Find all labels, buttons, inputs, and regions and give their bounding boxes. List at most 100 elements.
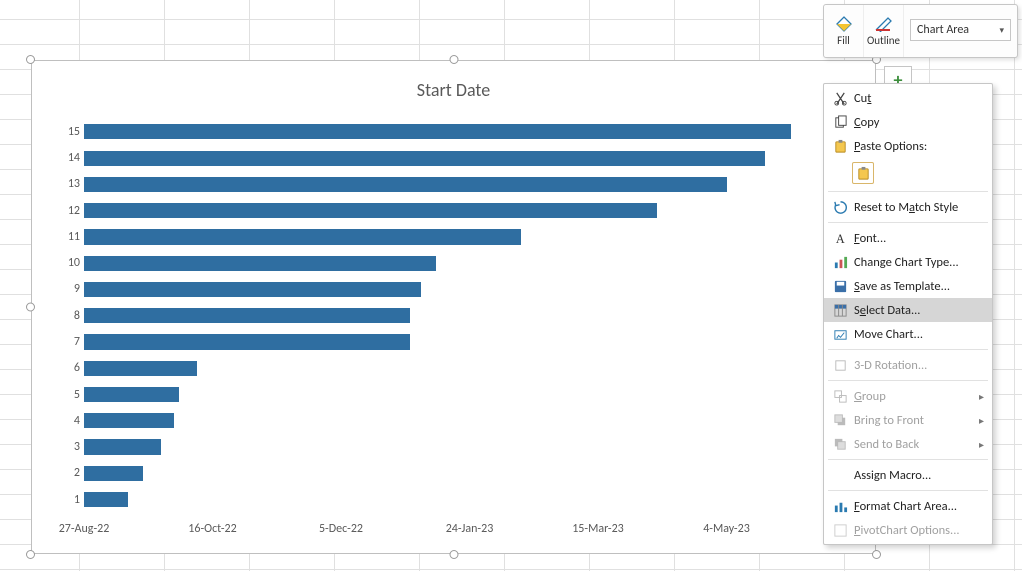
bar-fill[interactable] <box>84 229 521 244</box>
menu-item-label: Bring to Front <box>852 413 979 428</box>
bar-row[interactable]: 1 <box>84 492 855 507</box>
y-tick-label: 6 <box>32 361 80 375</box>
pen-outline-icon <box>874 16 894 32</box>
bar-fill[interactable] <box>84 387 179 402</box>
x-tick-label: 4-May-23 <box>703 522 750 536</box>
menu-item-move-chart[interactable]: Move Chart... <box>824 322 992 346</box>
x-tick-label: 5-Dec-22 <box>319 522 363 536</box>
menu-separator <box>828 222 988 223</box>
bar-row[interactable]: 12 <box>84 203 855 218</box>
chart-object[interactable]: Start Date 151413121110987654321 27-Aug-… <box>31 60 876 554</box>
bar-fill[interactable] <box>84 282 421 297</box>
menu-item-font[interactable]: AFont... <box>824 226 992 250</box>
bring-front-icon <box>828 413 852 428</box>
bar-row[interactable]: 11 <box>84 229 855 244</box>
y-tick-label: 3 <box>32 440 80 454</box>
bar-fill[interactable] <box>84 466 143 481</box>
chart-element-selector-value: Chart Area <box>917 23 969 37</box>
chevron-right-icon: ▸ <box>979 438 984 451</box>
menu-item-pivot-opts: PivotChart Options... <box>824 518 992 542</box>
bar-row[interactable]: 5 <box>84 387 855 402</box>
chart-title[interactable]: Start Date <box>32 79 875 101</box>
menu-item-assign-macro[interactable]: Assign Macro... <box>824 463 992 487</box>
chart-element-selector[interactable]: Chart Area ▾ <box>910 19 1011 41</box>
bar-row[interactable]: 4 <box>84 413 855 428</box>
paste-options-icon <box>828 139 852 154</box>
bar-fill[interactable] <box>84 439 161 454</box>
resize-handle-se[interactable] <box>872 550 881 559</box>
chart-area[interactable]: Start Date 151413121110987654321 27-Aug-… <box>31 60 876 554</box>
y-tick-label: 11 <box>32 230 80 244</box>
menu-item-label: Format Chart Area... <box>852 499 984 514</box>
outline-button[interactable]: Outline <box>864 5 904 57</box>
bar-fill[interactable] <box>84 308 410 323</box>
bar-fill[interactable] <box>84 203 657 218</box>
bar-row[interactable]: 3 <box>84 439 855 454</box>
x-tick-label: 27-Aug-22 <box>59 522 110 536</box>
save-template-icon <box>828 279 852 294</box>
select-data-icon <box>828 303 852 318</box>
y-tick-label: 5 <box>32 388 80 402</box>
bar-fill[interactable] <box>84 256 436 271</box>
menu-item-bring-front: Bring to Front▸ <box>824 408 992 432</box>
format-area-icon <box>828 499 852 514</box>
rotation-3d-icon <box>828 358 852 373</box>
context-menu: CutCopyPaste Options: Reset to Match Styl… <box>823 83 993 545</box>
y-tick-label: 12 <box>32 204 80 218</box>
bar-fill[interactable] <box>84 124 791 139</box>
bar-fill[interactable] <box>84 334 410 349</box>
clipboard-icon <box>852 162 874 184</box>
bar-row[interactable]: 6 <box>84 361 855 376</box>
y-tick-label: 9 <box>32 282 80 296</box>
y-tick-label: 13 <box>32 177 80 191</box>
x-axis[interactable]: 27-Aug-2216-Oct-225-Dec-2224-Jan-2315-Ma… <box>84 522 855 538</box>
bar-row[interactable]: 10 <box>84 256 855 271</box>
bar-fill[interactable] <box>84 361 197 376</box>
y-tick-label: 10 <box>32 256 80 270</box>
group-icon <box>828 389 852 404</box>
menu-item-copy[interactable]: Copy <box>824 110 992 134</box>
bar-row[interactable]: 2 <box>84 466 855 481</box>
chevron-down-icon: ▾ <box>999 25 1004 36</box>
fill-label: Fill <box>824 34 863 47</box>
bar-row[interactable]: 8 <box>84 308 855 323</box>
menu-separator <box>828 490 988 491</box>
mini-toolbar: Fill Outline Chart Area ▾ <box>823 4 1018 58</box>
plot-area[interactable]: 15 14 13 12 11 10 9 8 7 6 5 4 3 2 1 <box>84 119 855 513</box>
y-tick-label: 2 <box>32 466 80 480</box>
bar-fill[interactable] <box>84 151 765 166</box>
cut-icon <box>828 91 852 106</box>
menu-item-change-type[interactable]: Change Chart Type... <box>824 250 992 274</box>
fill-button[interactable]: Fill <box>824 5 864 57</box>
menu-item-label: Change Chart Type... <box>852 255 984 270</box>
menu-item-paste-options[interactable]: Paste Options: <box>824 134 992 158</box>
resize-handle-s[interactable] <box>449 550 458 559</box>
menu-item-select-data[interactable]: Select Data... <box>824 298 992 322</box>
resize-handle-w[interactable] <box>26 303 35 312</box>
menu-item-reset-match[interactable]: Reset to Match Style <box>824 195 992 219</box>
menu-item-cut[interactable]: Cut <box>824 86 992 110</box>
menu-item-label: Font... <box>852 231 984 246</box>
y-tick-label: 8 <box>32 309 80 323</box>
resize-handle-sw[interactable] <box>26 550 35 559</box>
x-tick-label: 15-Mar-23 <box>572 522 624 536</box>
copy-icon <box>828 115 852 130</box>
bar-fill[interactable] <box>84 492 128 507</box>
bar-fill[interactable] <box>84 413 174 428</box>
paste-option-keep-formatting[interactable] <box>824 158 992 188</box>
bar-row[interactable]: 9 <box>84 282 855 297</box>
menu-item-label: 3-D Rotation... <box>852 358 984 373</box>
y-tick-label: 15 <box>32 125 80 139</box>
bar-row[interactable]: 7 <box>84 334 855 349</box>
resize-handle-nw[interactable] <box>26 55 35 64</box>
menu-item-save-template[interactable]: Save as Template... <box>824 274 992 298</box>
bar-row[interactable]: 13 <box>84 177 855 192</box>
menu-item-format-area[interactable]: Format Chart Area... <box>824 494 992 518</box>
change-type-icon <box>828 255 852 270</box>
resize-handle-n[interactable] <box>449 55 458 64</box>
bar-row[interactable]: 15 <box>84 124 855 139</box>
x-tick-label: 24-Jan-23 <box>446 522 494 536</box>
menu-separator <box>828 459 988 460</box>
bar-fill[interactable] <box>84 177 727 192</box>
bar-row[interactable]: 14 <box>84 151 855 166</box>
